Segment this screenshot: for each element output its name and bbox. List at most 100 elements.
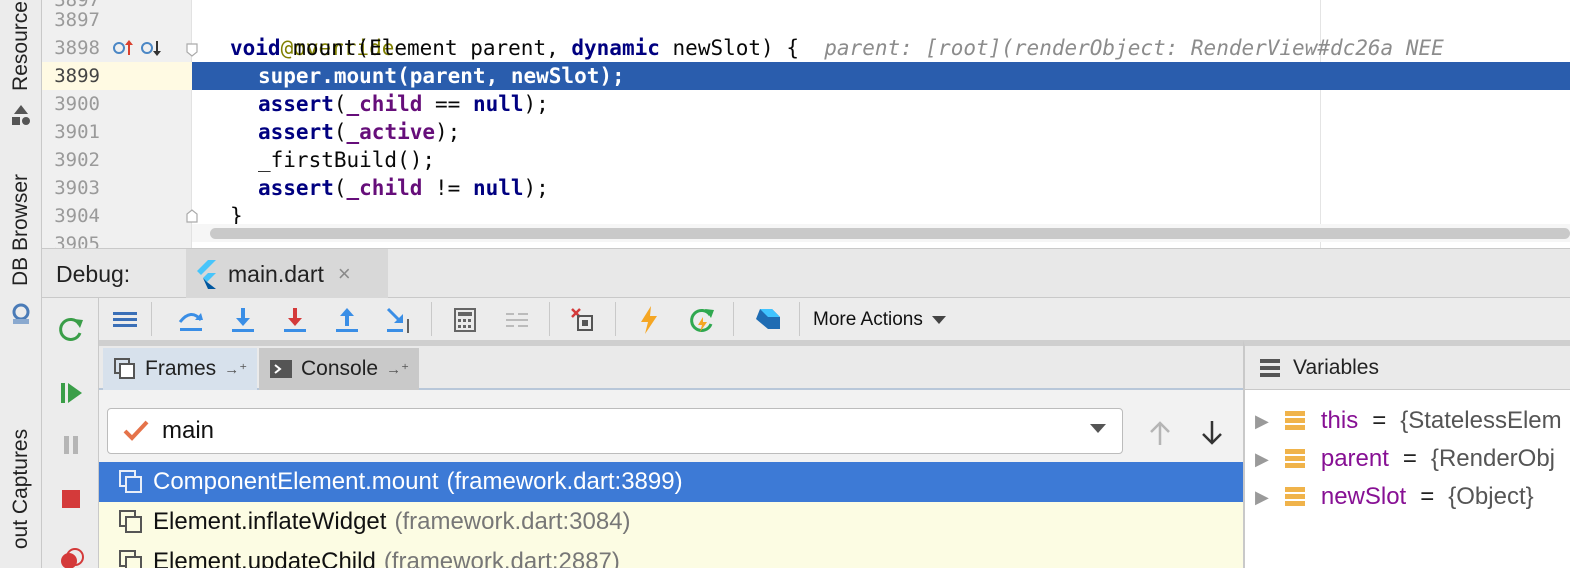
step-over-button[interactable] — [175, 304, 207, 336]
pin-icon: →⁺ — [386, 361, 409, 378]
line-number: 3901 — [54, 121, 100, 143]
variables-title: Variables — [1293, 355, 1379, 379]
stack-frame-row[interactable]: Element.updateChild (framework.dart:2887… — [99, 542, 1243, 568]
keyword-token: assert — [258, 176, 334, 200]
expand-arrow-icon[interactable]: ▶ — [1255, 449, 1269, 470]
line-number: 3905 — [54, 233, 100, 248]
execution-point-line-3899: super.mount(parent, newSlot); — [192, 62, 1570, 90]
more-actions-dropdown[interactable]: More Actions — [813, 306, 947, 334]
stack-frame-row[interactable]: Element.inflateWidget (framework.dart:30… — [99, 502, 1243, 542]
resource-manager-tab[interactable]: Resource — [2, 0, 40, 92]
code-text: != — [422, 176, 473, 200]
console-icon — [270, 360, 292, 378]
code-text: ); — [435, 120, 461, 144]
overriding-method-icon[interactable] — [112, 38, 134, 58]
hot-restart-button[interactable] — [685, 304, 717, 336]
code-text: ); — [523, 92, 549, 116]
checkmark-icon — [123, 420, 149, 441]
expand-arrow-icon[interactable]: ▶ — [1255, 411, 1269, 432]
trace-current-stream-button[interactable] — [501, 304, 533, 336]
field-token: _child — [346, 92, 423, 116]
keyword-token: super — [258, 64, 322, 88]
arrow-up-icon — [1150, 421, 1170, 445]
expand-arrow-icon[interactable]: ▶ — [1255, 487, 1269, 508]
debug-toolbar: More Actions — [99, 298, 1570, 340]
next-frame-button[interactable] — [1199, 418, 1225, 448]
left-tool-strip: Resource DB Browser out Captures — [0, 0, 42, 568]
keyword-token: assert — [258, 92, 334, 116]
tab-console-label: Console — [301, 357, 379, 380]
thread-selector-row: main — [99, 390, 1243, 462]
keyword-token: null — [472, 176, 524, 200]
thread-select-value: main — [162, 417, 215, 444]
code-line-3897: @override — [192, 6, 395, 60]
variable-value: {StatelessElem — [1400, 407, 1562, 434]
code-editor[interactable]: 3897 3897 3898 3899 3900 3901 3902 3903 … — [42, 0, 1570, 248]
tab-frames-label: Frames — [145, 357, 217, 380]
run-to-cursor-button[interactable] — [383, 304, 415, 336]
hot-restart-icon — [690, 308, 714, 332]
layout-captures-tab[interactable]: out Captures — [2, 410, 40, 568]
thread-select[interactable]: main — [107, 408, 1123, 454]
stop-icon — [62, 490, 80, 508]
tab-frames[interactable]: Frames →⁺ — [103, 348, 258, 390]
rerun-button[interactable] — [56, 314, 86, 344]
step-into-icon — [232, 308, 254, 332]
pin-icon: →⁺ — [224, 361, 248, 378]
stop-button[interactable] — [56, 484, 86, 514]
debug-session-tab[interactable]: main.dart × — [186, 249, 388, 299]
variable-row[interactable]: ▶ this = {StatelessElem — [1245, 402, 1562, 440]
variable-value: {Object} — [1448, 483, 1534, 510]
toolbar-separator — [549, 302, 550, 336]
force-step-into-button[interactable] — [279, 304, 311, 336]
code-line-3898: void mount(Element parent, dynamic newSl… — [192, 34, 1444, 62]
layout-captures-tab-label: out Captures — [9, 428, 32, 550]
db-browser-tab-label: DB Browser — [9, 173, 32, 287]
drop-frame-button[interactable] — [567, 304, 599, 336]
current-line-number: 3899 — [42, 62, 192, 90]
pause-button[interactable] — [56, 430, 86, 460]
frame-icon — [119, 510, 142, 533]
step-into-button[interactable] — [227, 304, 259, 336]
chevron-down-icon — [931, 316, 946, 324]
frame-location: (framework.dart:3899) — [446, 468, 683, 495]
line-number: 3902 — [54, 149, 100, 171]
variable-value: {RenderObj — [1430, 445, 1555, 472]
horizontal-scrollbar-thumb[interactable] — [210, 228, 1570, 239]
db-browser-tab[interactable]: DB Browser — [2, 168, 40, 292]
overridden-method-icon[interactable] — [140, 38, 162, 58]
resource-tab-label: Resource — [9, 1, 33, 91]
stack-frame-row[interactable]: ComponentElement.mount (framework.dart:3… — [99, 462, 1243, 502]
evaluate-expression-button[interactable] — [449, 304, 481, 336]
step-out-button[interactable] — [331, 304, 363, 336]
line-number: 3900 — [54, 93, 100, 115]
code-line-3903: assert(_child != null); — [192, 174, 549, 202]
variable-equals: = — [1372, 407, 1387, 434]
line-number: 3897 — [54, 9, 100, 31]
variable-equals: = — [1402, 445, 1417, 472]
keyword-token: dynamic — [571, 36, 660, 60]
flutter-icon — [197, 260, 216, 289]
execution-point-icon — [113, 312, 137, 327]
close-icon[interactable]: × — [338, 261, 351, 287]
frame-icon — [119, 470, 142, 493]
more-actions-label: More Actions — [813, 309, 923, 330]
variable-row[interactable]: ▶ parent = {RenderObj — [1245, 440, 1555, 478]
hot-reload-button[interactable] — [633, 304, 665, 336]
tab-console[interactable]: Console →⁺ — [259, 348, 419, 390]
dart-devtools-button[interactable] — [751, 304, 783, 336]
debug-tool-window-header: Debug: main.dart × — [42, 248, 1570, 299]
resume-button[interactable] — [56, 378, 86, 408]
view-breakpoints-button[interactable] — [56, 544, 86, 568]
previous-frame-button[interactable] — [1147, 418, 1173, 448]
rerun-icon — [59, 317, 83, 341]
frame-location: (framework.dart:3084) — [394, 508, 631, 535]
code-line-3900: assert(_child == null); — [192, 90, 549, 118]
variable-row[interactable]: ▶ newSlot = {Object} — [1245, 478, 1534, 516]
field-icon — [1284, 487, 1305, 506]
drop-frame-icon — [571, 308, 593, 331]
code-line-3901: assert(_active); — [192, 118, 460, 146]
pause-icon — [64, 436, 78, 454]
frames-panel-tabs: Frames →⁺ Console →⁺ — [99, 346, 1243, 390]
show-execution-point-button[interactable] — [109, 304, 141, 336]
